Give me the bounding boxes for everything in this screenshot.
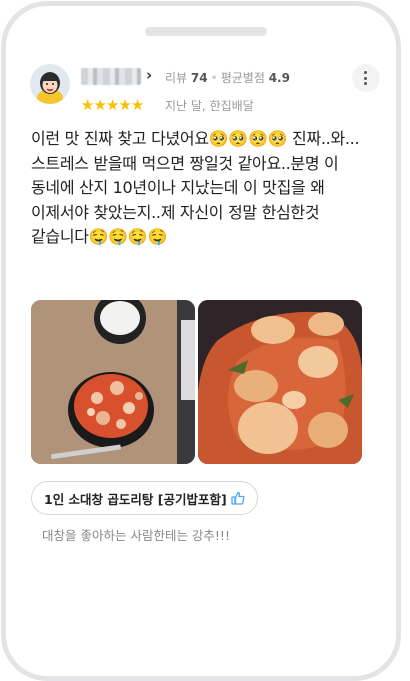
reviewer-avatar[interactable] (30, 64, 70, 104)
more-dot-icon (364, 76, 367, 80)
star-icon: ★ (118, 96, 131, 114)
menu-item-name: 1인 소대창 곱도리탕 [공기밥포함] (44, 491, 227, 507)
review-photo-1[interactable] (31, 300, 195, 464)
more-dot-icon (364, 71, 367, 74)
menu-comment: 대창을 좋아하는 사람한테는 강추!!! (42, 528, 230, 543)
star-icon: ★ (93, 96, 106, 114)
reviewer-stats: 리뷰 74 • 평균별점 4.9 (165, 69, 290, 86)
review-count-label: 리뷰 (165, 71, 188, 85)
review-photo-2[interactable] (198, 300, 362, 464)
review-text: 이런 맛 진짜 찾고 다녔어요🥺🥺🥺🥺 진짜..와... 스트레스 받을때 먹으… (31, 129, 360, 246)
ordered-menu-chip[interactable]: 1인 소대창 곱도리탕 [공기밥포함] (31, 481, 258, 515)
separator-dot: • (210, 71, 218, 85)
reviewer-name-blurred[interactable] (81, 68, 141, 85)
visit-info: 지난 달, 한집배달 (165, 99, 254, 113)
avg-rating: 4.9 (268, 71, 290, 85)
thumbs-up-icon (231, 491, 245, 505)
star-icon: ★ (105, 96, 119, 114)
more-options-button[interactable] (352, 64, 380, 92)
chevron-right-icon[interactable]: › (146, 66, 152, 84)
star-icon: ★ (130, 96, 144, 114)
star-icon: ★ (81, 96, 94, 114)
phone-speaker (145, 27, 267, 36)
star-rating: ★★★★★ (81, 95, 144, 114)
review-count: 74 (190, 71, 208, 85)
more-dot-icon (364, 82, 367, 85)
avg-rating-label: 평균별점 (220, 71, 265, 85)
